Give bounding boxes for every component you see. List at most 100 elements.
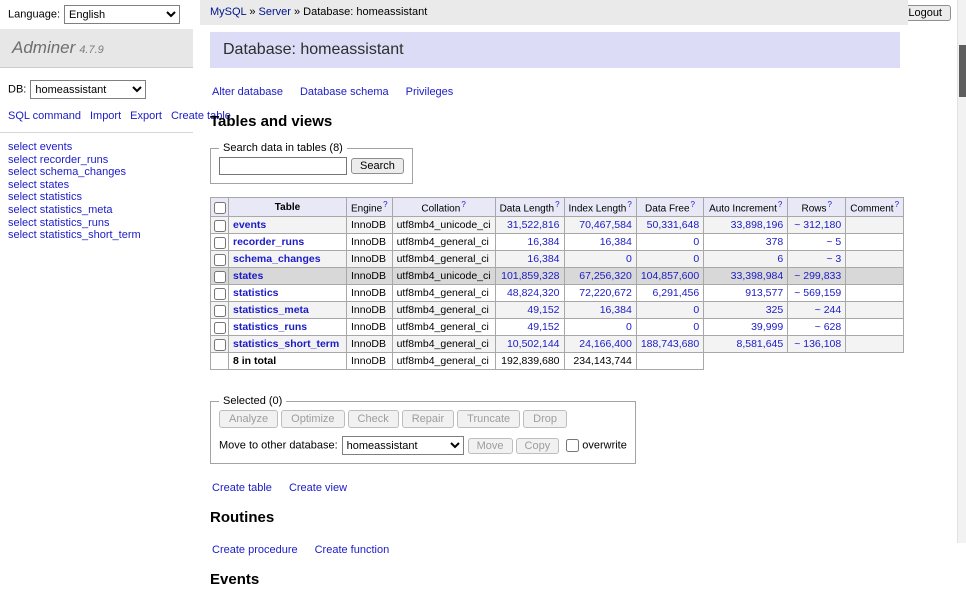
bulk-optimize-button[interactable]: Optimize xyxy=(281,410,344,428)
help-icon[interactable]: ? xyxy=(555,200,559,209)
cell-data-free-link[interactable]: 6,291,456 xyxy=(653,287,700,299)
copy-button[interactable]: Copy xyxy=(516,438,560,454)
cell-rows-link[interactable]: ~ 312,180 xyxy=(794,219,841,231)
cell-auto-increment-link[interactable]: 39,999 xyxy=(751,321,783,333)
create-link-create-view[interactable]: Create view xyxy=(289,482,347,494)
cell-data-free-link[interactable]: 0 xyxy=(693,321,699,333)
db-select[interactable]: homeassistant xyxy=(30,80,146,99)
row-checkbox-statistics_short_term[interactable] xyxy=(214,339,226,351)
table-link-statistics_meta[interactable]: statistics_meta xyxy=(233,304,309,316)
select-all-checkbox[interactable] xyxy=(214,202,226,214)
table-link-statistics_short_term[interactable]: statistics_short_term xyxy=(233,338,339,350)
bulk-drop-button[interactable]: Drop xyxy=(523,410,567,428)
sidebar-link-export[interactable]: Export xyxy=(130,110,162,122)
cell-data-free-link[interactable]: 104,857,600 xyxy=(641,270,699,282)
cell-data-free-link[interactable]: 0 xyxy=(693,236,699,248)
cell-auto-increment-link[interactable]: 33,398,984 xyxy=(731,270,784,282)
overwrite-checkbox[interactable] xyxy=(566,439,579,452)
db-action-privileges[interactable]: Privileges xyxy=(406,86,454,98)
sidebar-table-link-select-statistics-meta[interactable]: select statistics_meta xyxy=(8,204,185,217)
move-button[interactable]: Move xyxy=(468,438,513,454)
cell-index-length-link[interactable]: 0 xyxy=(626,253,632,265)
cell-auto-increment-link[interactable]: 378 xyxy=(766,236,784,248)
routine-link-create-function[interactable]: Create function xyxy=(315,544,390,556)
cell-data-free-link[interactable]: 50,331,648 xyxy=(647,219,700,231)
row-checkbox-statistics[interactable] xyxy=(214,288,226,300)
cell-data-free-link[interactable]: 0 xyxy=(693,253,699,265)
db-action-database-schema[interactable]: Database schema xyxy=(300,86,389,98)
help-icon[interactable]: ? xyxy=(691,200,695,209)
sidebar-link-sql-command[interactable]: SQL command xyxy=(8,110,81,122)
scrollbar-track[interactable] xyxy=(957,0,966,543)
create-link-create-table[interactable]: Create table xyxy=(212,482,272,494)
cell-data-length-link[interactable]: 49,152 xyxy=(527,321,559,333)
language-select[interactable]: English xyxy=(64,5,180,24)
row-checkbox-statistics_runs[interactable] xyxy=(214,322,226,334)
cell-data-free-link[interactable]: 0 xyxy=(693,304,699,316)
table-link-schema_changes[interactable]: schema_changes xyxy=(233,253,321,265)
cell-data-length-link[interactable]: 16,384 xyxy=(527,236,559,248)
bulk-analyze-button[interactable]: Analyze xyxy=(219,410,278,428)
cell-data-length-link[interactable]: 31,522,816 xyxy=(507,219,560,231)
cell-data-length-link[interactable]: 49,152 xyxy=(527,304,559,316)
cell-auto-increment-link[interactable]: 6 xyxy=(777,253,783,265)
move-db-select[interactable]: homeassistant xyxy=(342,436,464,455)
cell-rows-link[interactable]: ~ 136,108 xyxy=(794,338,841,350)
sidebar-table-link-select-events[interactable]: select events xyxy=(8,141,185,154)
sidebar-table-link-select-statistics[interactable]: select statistics xyxy=(8,191,185,204)
cell-data-length-link[interactable]: 101,859,328 xyxy=(501,270,559,282)
row-checkbox-schema_changes[interactable] xyxy=(214,254,226,266)
cell-rows-link[interactable]: ~ 244 xyxy=(815,304,842,316)
table-link-events[interactable]: events xyxy=(233,219,266,231)
cell-data-length-link[interactable]: 10,502,144 xyxy=(507,338,560,350)
sidebar-table-link-select-schema-changes[interactable]: select schema_changes xyxy=(8,166,185,179)
help-icon[interactable]: ? xyxy=(383,200,387,209)
breadcrumb-mysql[interactable]: MySQL xyxy=(210,6,246,18)
cell-index-length-link[interactable]: 67,256,320 xyxy=(579,270,632,282)
help-icon[interactable]: ? xyxy=(778,200,782,209)
cell-index-length-link[interactable]: 16,384 xyxy=(600,236,632,248)
bulk-repair-button[interactable]: Repair xyxy=(402,410,454,428)
row-checkbox-states[interactable] xyxy=(214,271,226,283)
row-checkbox-statistics_meta[interactable] xyxy=(214,305,226,317)
routine-link-create-procedure[interactable]: Create procedure xyxy=(212,544,298,556)
bulk-truncate-button[interactable]: Truncate xyxy=(457,410,520,428)
help-icon[interactable]: ? xyxy=(895,200,899,209)
cell-auto-increment-link[interactable]: 913,577 xyxy=(745,287,783,299)
cell-index-length-link[interactable]: 24,166,400 xyxy=(579,338,632,350)
table-link-statistics_runs[interactable]: statistics_runs xyxy=(233,321,307,333)
sidebar-table-link-select-recorder-runs[interactable]: select recorder_runs xyxy=(8,154,185,167)
search-button[interactable]: Search xyxy=(351,158,404,174)
cell-rows-link[interactable]: ~ 569,159 xyxy=(794,287,841,299)
help-icon[interactable]: ? xyxy=(828,200,832,209)
cell-auto-increment-link[interactable]: 33,898,196 xyxy=(731,219,784,231)
row-checkbox-recorder_runs[interactable] xyxy=(214,237,226,249)
help-icon[interactable]: ? xyxy=(461,200,465,209)
cell-auto-increment-link[interactable]: 8,581,645 xyxy=(737,338,784,350)
row-checkbox-events[interactable] xyxy=(214,220,226,232)
search-input[interactable] xyxy=(219,157,347,175)
bulk-check-button[interactable]: Check xyxy=(348,410,399,428)
sidebar-table-link-select-states[interactable]: select states xyxy=(8,179,185,192)
db-action-alter-database[interactable]: Alter database xyxy=(212,86,283,98)
cell-rows-link[interactable]: ~ 3 xyxy=(826,253,841,265)
cell-index-length-link[interactable]: 16,384 xyxy=(600,304,632,316)
cell-data-free-link[interactable]: 188,743,680 xyxy=(641,338,699,350)
cell-index-length-link[interactable]: 70,467,584 xyxy=(579,219,632,231)
breadcrumb-server[interactable]: Server xyxy=(259,6,291,18)
sidebar-table-link-select-statistics-short-term[interactable]: select statistics_short_term xyxy=(8,229,185,242)
table-link-statistics[interactable]: statistics xyxy=(233,287,279,299)
cell-rows-link[interactable]: ~ 5 xyxy=(826,236,841,248)
table-link-states[interactable]: states xyxy=(233,270,263,282)
cell-index-length-link[interactable]: 72,220,672 xyxy=(579,287,632,299)
cell-rows-link[interactable]: ~ 628 xyxy=(815,321,842,333)
sidebar-table-link-select-statistics-runs[interactable]: select statistics_runs xyxy=(8,217,185,230)
sidebar-link-import[interactable]: Import xyxy=(90,110,121,122)
help-icon[interactable]: ? xyxy=(627,200,631,209)
cell-data-length-link[interactable]: 16,384 xyxy=(527,253,559,265)
scrollbar-thumb[interactable] xyxy=(959,45,966,97)
table-link-recorder_runs[interactable]: recorder_runs xyxy=(233,236,304,248)
cell-rows-link[interactable]: ~ 299,833 xyxy=(794,270,841,282)
cell-auto-increment-link[interactable]: 325 xyxy=(766,304,784,316)
cell-index-length-link[interactable]: 0 xyxy=(626,321,632,333)
